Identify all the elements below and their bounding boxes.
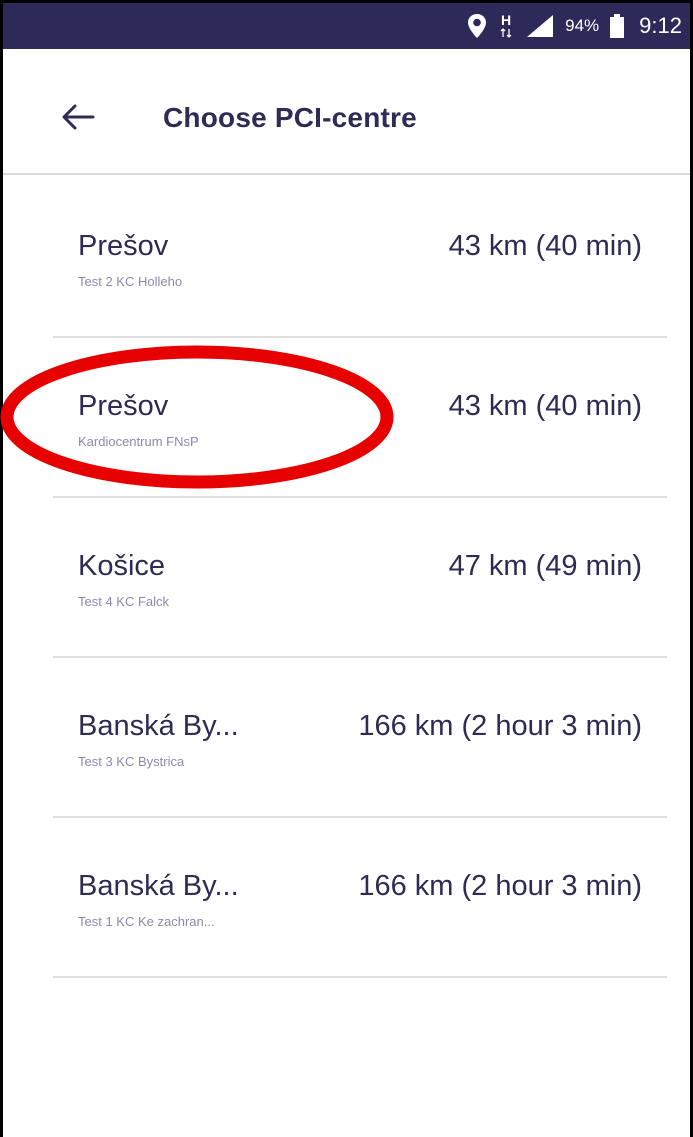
network-icon: H [497,12,515,40]
battery-percent: 94% [565,16,600,35]
city-name: Prešov [78,230,169,262]
city-name: Prešov [78,390,169,422]
arrow-left-icon [62,104,95,130]
list-item[interactable]: Banská By... Test 1 KC Ke zachran... 166… [53,816,667,978]
centre-name: Test 4 KC Falck [78,594,170,609]
centre-name: Test 3 KC Bystrica [78,754,185,769]
status-bar: H 94% 9:12 [3,3,690,49]
city-name: Košice [78,550,166,582]
page-title: Choose PCI-centre [163,102,417,133]
list-item[interactable]: Košice Test 4 KC Falck 47 km (49 min) [53,496,667,658]
list-item[interactable]: Banská By... Test 3 KC Bystrica 166 km (… [53,656,667,818]
location-icon [467,13,487,39]
distance-time: 166 km (2 hour 3 min) [358,870,642,902]
status-icons: H 94% 9:12 [467,3,682,49]
distance-time: 43 km (40 min) [448,230,642,262]
list-item[interactable]: Prešov Test 2 KC Holleho 43 km (40 min) [53,176,667,338]
battery-icon [609,13,625,39]
list-item[interactable]: Prešov Kardiocentrum FNsP 43 km (40 min) [53,336,667,498]
centre-name: Kardiocentrum FNsP [78,434,199,449]
clock: 9:12 [639,13,682,38]
network-label: H [501,12,511,28]
distance-time: 47 km (49 min) [448,550,642,582]
app-header: Choose PCI-centre [3,49,690,175]
signal-icon [525,13,555,39]
centre-name: Test 2 KC Holleho [78,274,183,289]
city-name: Banská By... [78,870,239,902]
centre-name: Test 1 KC Ke zachran... [78,914,215,929]
distance-time: 43 km (40 min) [448,390,642,422]
city-name: Banská By... [78,710,239,742]
distance-time: 166 km (2 hour 3 min) [358,710,642,742]
back-button[interactable] [61,101,101,133]
